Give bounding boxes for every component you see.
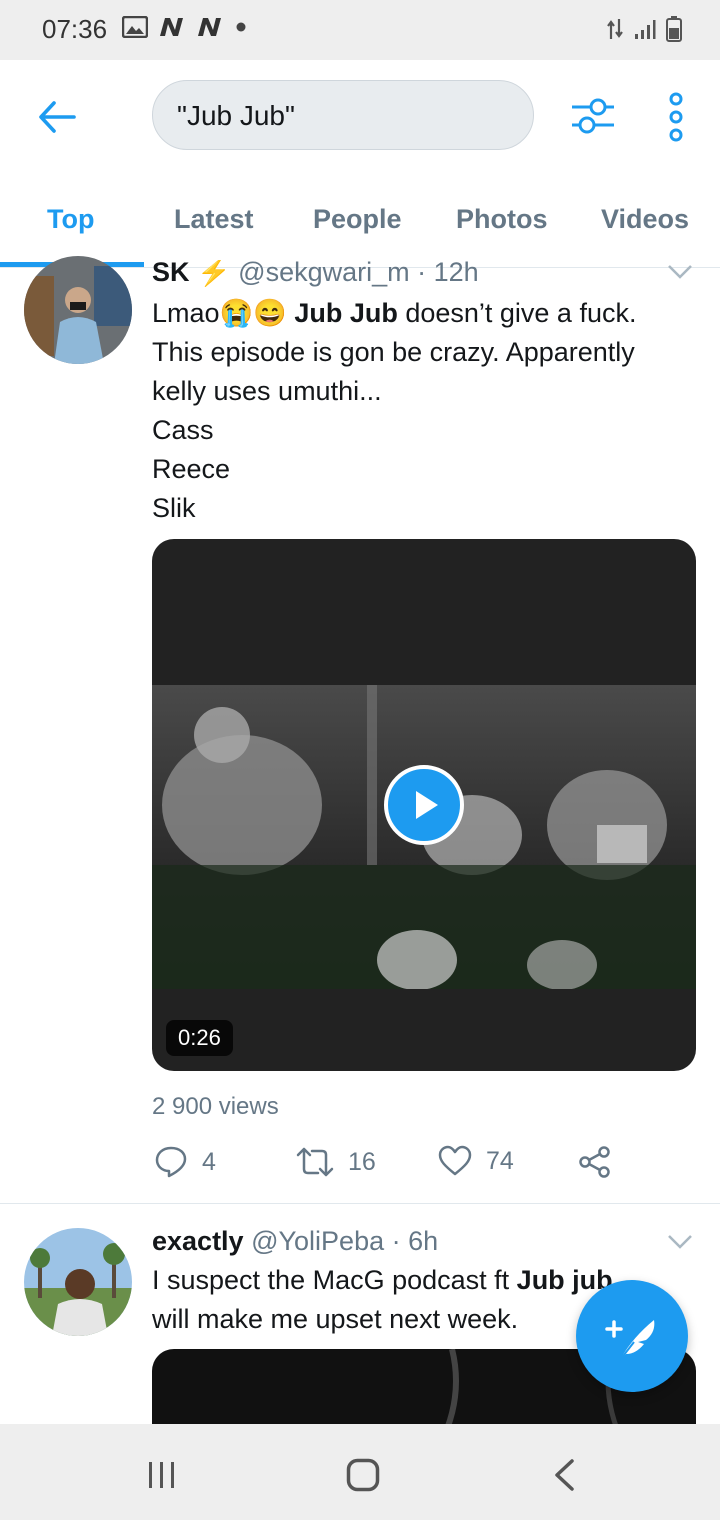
tweet-header: exactly @YoliPeba · 6h (152, 1226, 439, 1256)
retweet-count: 16 (348, 1147, 376, 1176)
retweet-button[interactable]: 16 (296, 1145, 376, 1179)
reply-button[interactable]: 4 (154, 1145, 216, 1179)
play-button[interactable] (384, 765, 464, 845)
tab-people[interactable]: People (313, 204, 402, 235)
search-tabs: Top Latest People Photos Videos (0, 170, 720, 268)
tweet-author-handle[interactable]: @YoliPeba (251, 1226, 384, 1256)
tweet-author-handle[interactable]: @sekgwari_m (238, 260, 409, 287)
video-duration: 0:26 (166, 1020, 233, 1056)
status-bar: 07:36 (0, 0, 720, 60)
tweet-actions: 4 16 74 (152, 1145, 622, 1185)
share-button[interactable] (578, 1145, 612, 1179)
recent-apps-icon[interactable] (146, 1460, 178, 1490)
lightning-icon: ⚡ (197, 257, 231, 287)
chevron-down-icon[interactable] (667, 264, 693, 280)
home-icon[interactable] (346, 1458, 380, 1492)
tweet-video[interactable]: 0:26 (152, 539, 696, 1071)
image-icon (122, 16, 148, 38)
like-button[interactable]: 74 (438, 1145, 514, 1177)
signal-icon (635, 20, 656, 39)
filter-sliders-icon[interactable] (570, 96, 616, 136)
tab-photos[interactable]: Photos (456, 204, 548, 235)
search-highlight: Jub Jub (294, 298, 398, 328)
tab-videos[interactable]: Videos (601, 204, 689, 235)
dot-icon (236, 22, 246, 32)
heart-icon (438, 1145, 472, 1176)
view-count: 2 900 views (152, 1093, 279, 1120)
system-nav-bar (0, 1424, 720, 1520)
tab-latest[interactable]: Latest (174, 204, 254, 235)
tweet-author-name[interactable]: SK (152, 260, 190, 287)
battery-icon (666, 16, 682, 42)
search-header: "Jub Jub" (0, 60, 720, 170)
n-icon (160, 18, 183, 36)
tab-top[interactable]: Top (47, 204, 94, 235)
reply-icon (155, 1146, 187, 1178)
more-vertical-icon[interactable] (664, 92, 688, 142)
tweet-time: 6h (408, 1226, 439, 1256)
search-input[interactable]: "Jub Jub" (152, 80, 534, 150)
tweet-header: SK ⚡ @sekgwari_m · 12h (152, 257, 479, 287)
data-arrows-icon (607, 19, 623, 39)
compose-tweet-button[interactable] (576, 1280, 688, 1392)
back-arrow-icon[interactable] (36, 96, 78, 138)
avatar[interactable] (24, 1228, 132, 1336)
n-icon (198, 18, 221, 36)
search-query: "Jub Jub" (177, 100, 295, 131)
tweet-divider (0, 1203, 720, 1204)
tweet-text: Lmao😭😄 Jub Jub doesn’t give a fuck. This… (152, 298, 637, 523)
reply-count: 4 (202, 1147, 216, 1176)
status-time: 07:36 (42, 14, 108, 44)
share-icon (579, 1146, 610, 1178)
retweet-icon (296, 1147, 334, 1177)
back-nav-icon[interactable] (552, 1458, 576, 1492)
compose-feather-icon (605, 1320, 655, 1361)
like-count: 74 (486, 1146, 514, 1175)
avatar[interactable] (24, 256, 132, 364)
tweet-author-name[interactable]: exactly (152, 1226, 244, 1256)
tweet-time: 12h (433, 257, 479, 287)
emoji: 😭😄 (219, 298, 287, 328)
chevron-down-icon[interactable] (667, 1234, 693, 1250)
